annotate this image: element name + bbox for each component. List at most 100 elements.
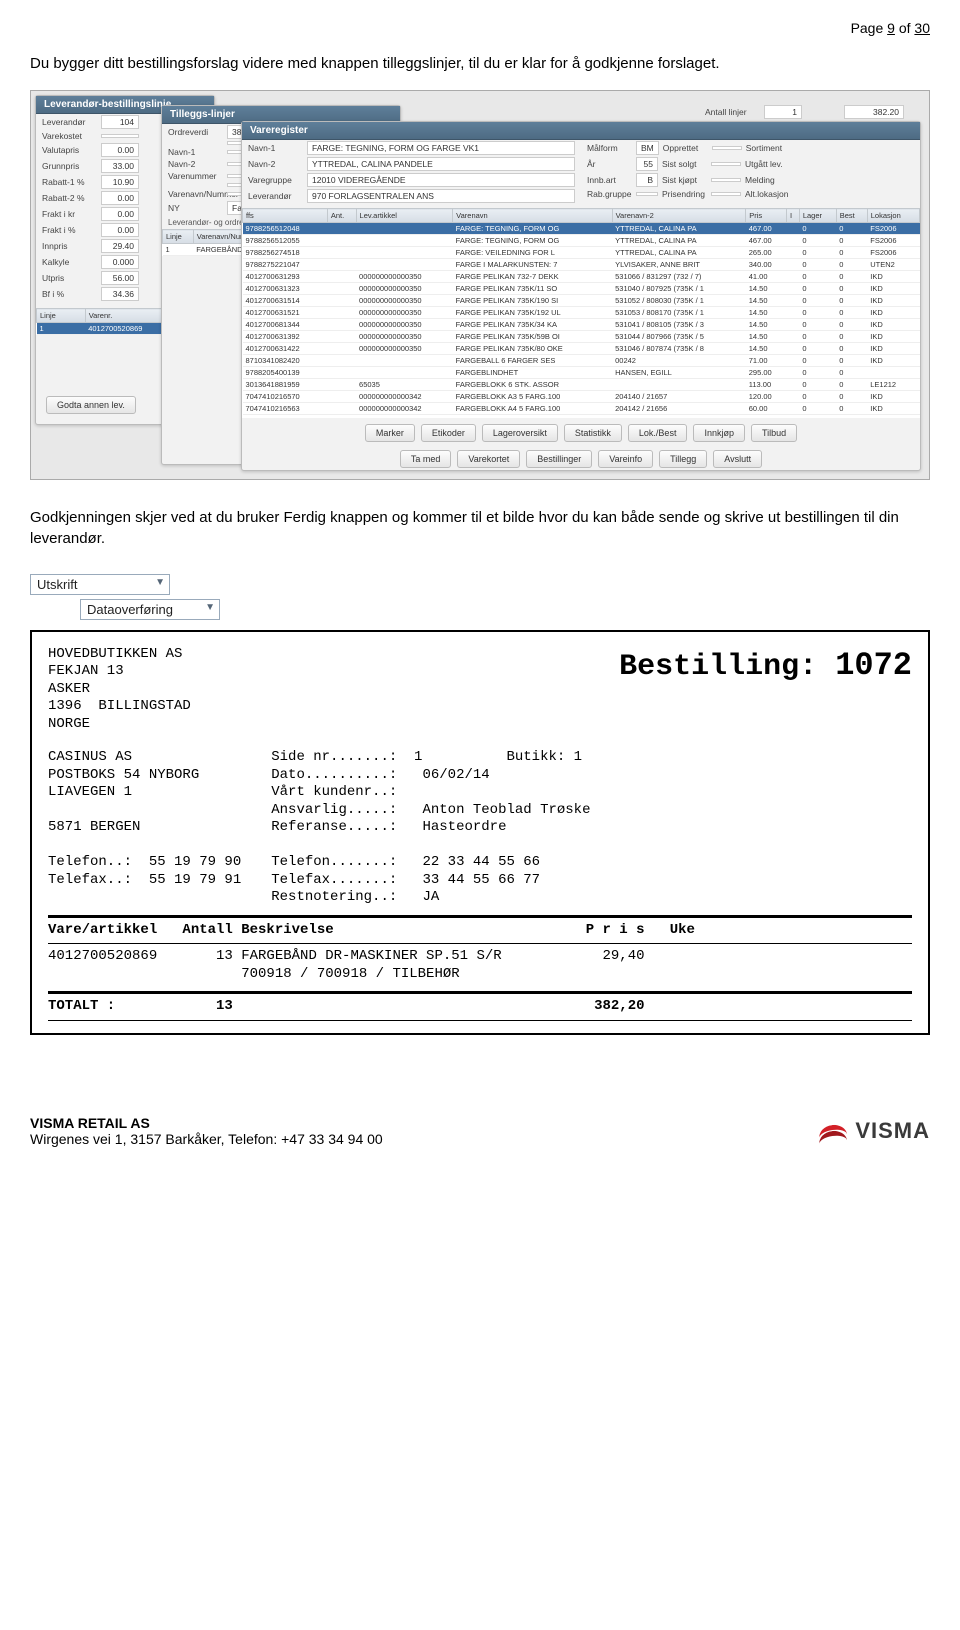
statistikk-button[interactable]: Statistikk: [564, 424, 622, 442]
table-cell: 0: [836, 379, 867, 391]
field-value[interactable]: 0.000: [101, 255, 139, 269]
table-cell: FS2006: [867, 235, 919, 247]
varekortet-button[interactable]: Varekortet: [457, 450, 520, 468]
table-cell: 0: [836, 223, 867, 235]
table-row[interactable]: 4012700631293000000000000350FARGE PELIKA…: [243, 271, 920, 283]
field-value[interactable]: 55: [636, 157, 658, 171]
tamed-button[interactable]: Ta med: [400, 450, 452, 468]
table-cell: [327, 307, 356, 319]
field-value[interactable]: YTTREDAL, CALINA PANDELE: [307, 157, 575, 171]
table-cell: 14.50: [746, 307, 787, 319]
page-indicator: Page 9 of 30: [30, 20, 930, 36]
table-row[interactable]: 4012700681344000000000000350FARGE PELIKA…: [243, 319, 920, 331]
table-cell: 60.00: [746, 403, 787, 415]
table-cell: IKD: [867, 355, 919, 367]
field-value[interactable]: 970 FORLAGSENTRALEN ANS: [307, 189, 575, 203]
etikoder-button[interactable]: Etikoder: [421, 424, 476, 442]
field-value2[interactable]: [711, 178, 741, 182]
divider: [48, 943, 912, 944]
th-linje: Linje: [163, 230, 194, 244]
dataoverforing-dropdown[interactable]: Dataoverføring: [80, 599, 220, 620]
table-cell: 8710341082420: [243, 355, 328, 367]
table-cell: 295.00: [746, 367, 787, 379]
field-value[interactable]: 0.00: [101, 143, 139, 157]
vareinfo-button[interactable]: Vareinfo: [598, 450, 653, 468]
table-header: Varenavn: [453, 209, 612, 223]
tillegg-button[interactable]: Tillegg: [659, 450, 707, 468]
field-value[interactable]: 0.00: [101, 223, 139, 237]
table-cell: 120.00: [746, 391, 787, 403]
field-value[interactable]: 34.36: [101, 287, 139, 301]
table-cell: 4012700631293: [243, 271, 328, 283]
bestillinger-button[interactable]: Bestillinger: [526, 450, 592, 468]
table-row[interactable]: 9788256512055FARGE: TEGNING, FORM OGYTTR…: [243, 235, 920, 247]
table-cell: [327, 235, 356, 247]
dd-label: Utskrift: [37, 577, 77, 592]
table-row[interactable]: 4012700631514000000000000350FARGE PELIKA…: [243, 295, 920, 307]
marker-button[interactable]: Marker: [365, 424, 415, 442]
table-cell: UTEN2: [867, 259, 919, 271]
field-value[interactable]: 12010 VIDEREGÅENDE: [307, 173, 575, 187]
table-row[interactable]: 7047410216570000000000000342FARGEBLOKK A…: [243, 391, 920, 403]
table-cell: 71.00: [746, 355, 787, 367]
table-cell: 531044 / 807966 (735K / 5: [612, 331, 746, 343]
table-row[interactable]: 4012700631392000000000000350FARGE PELIKA…: [243, 331, 920, 343]
table-row[interactable]: 8710341082420FARGEBALL 6 FARGER SES00242…: [243, 355, 920, 367]
footer-company: VISMA RETAIL AS: [30, 1115, 150, 1131]
field-value2[interactable]: [711, 162, 741, 166]
lokbest-button[interactable]: Lok./Best: [628, 424, 688, 442]
lageroversikt-button[interactable]: Lageroversikt: [482, 424, 558, 442]
field-label3: Melding: [745, 175, 793, 185]
field-value[interactable]: 0.00: [101, 191, 139, 205]
field-value[interactable]: FARGE: TEGNING, FORM OG FARGE VK1: [307, 141, 575, 155]
table-cell: YLVISAKER, ANNE BRIT: [612, 259, 746, 271]
field-value[interactable]: 10.90: [101, 175, 139, 189]
table-row[interactable]: 301364188195965035FARGEBLOKK 6 STK. ASSO…: [243, 379, 920, 391]
table-cell: 340.00: [746, 259, 787, 271]
table-row[interactable]: 7047410216563000000000000342FARGEBLOKK A…: [243, 403, 920, 415]
table-row[interactable]: 9788205400139FARGEBLINDHETHANSEN, EGILL2…: [243, 367, 920, 379]
field-label: Navn-1: [168, 147, 223, 157]
field-value[interactable]: 0.00: [101, 207, 139, 221]
godta-annen-lev-button[interactable]: Godta annen lev.: [46, 396, 136, 414]
table-header: Pris: [746, 209, 787, 223]
table-row[interactable]: 9788256274518FARGE: VEILEDNING FOR LYTTR…: [243, 247, 920, 259]
table-row[interactable]: 4012700631422000000000000350FARGE PELIKA…: [243, 343, 920, 355]
field-value[interactable]: 33.00: [101, 159, 139, 173]
tilbud-button[interactable]: Tilbud: [751, 424, 797, 442]
field-row: Navn-2 YTTREDAL, CALINA PANDELE: [242, 156, 581, 172]
innkjp-button[interactable]: Innkjøp: [693, 424, 745, 442]
table-cell: IKD: [867, 307, 919, 319]
table-row[interactable]: 4012700631323000000000000350FARGE PELIKA…: [243, 283, 920, 295]
field-label: År: [587, 159, 632, 169]
table-row[interactable]: 9788275221047FARGE I MALARKUNSTEN: 7YLVI…: [243, 259, 920, 271]
field-value[interactable]: [101, 134, 139, 138]
sender-block: HOVEDBUTIKKEN AS FEKJAN 13 ASKER 1396 BI…: [48, 646, 191, 734]
table-row[interactable]: 4012700631521000000000000350FARGE PELIKA…: [243, 307, 920, 319]
table-cell: 000000000000342: [356, 391, 453, 403]
table-cell: IKD: [867, 403, 919, 415]
avslutt-button[interactable]: Avslutt: [713, 450, 762, 468]
field-label: Navn-2: [248, 159, 303, 169]
field-value[interactable]: 29.40: [101, 239, 139, 253]
field-value[interactable]: 104: [101, 115, 139, 129]
field-value[interactable]: [636, 192, 658, 196]
table-row[interactable]: 9788256512048FARGE: TEGNING, FORM OGYTTR…: [243, 223, 920, 235]
table-cell: 204142 / 21656: [612, 403, 746, 415]
field-value[interactable]: 56.00: [101, 271, 139, 285]
field-value2[interactable]: [711, 192, 741, 196]
customer-block: CASINUS AS POSTBOKS 54 NYBORG LIAVEGEN 1…: [48, 749, 241, 907]
table-cell: FARGEBLOKK A4 5 FARG.100: [453, 403, 612, 415]
items-header: Vare/artikkel Antall Beskrivelse P r i s…: [48, 922, 912, 940]
antall-linjer-label: Antall linjer: [705, 107, 760, 117]
field-label: Kalkyle: [42, 257, 97, 267]
utskrift-dropdown[interactable]: Utskrift: [30, 574, 170, 595]
field-value[interactable]: BM: [636, 141, 659, 155]
table-cell: 4012700631323: [243, 283, 328, 295]
table-cell: [787, 295, 800, 307]
field-label2: Sist kjøpt: [662, 175, 707, 185]
table-cell: [787, 403, 800, 415]
table-cell: 0: [799, 403, 836, 415]
field-value[interactable]: B: [636, 173, 658, 187]
field-value2[interactable]: [712, 146, 742, 150]
